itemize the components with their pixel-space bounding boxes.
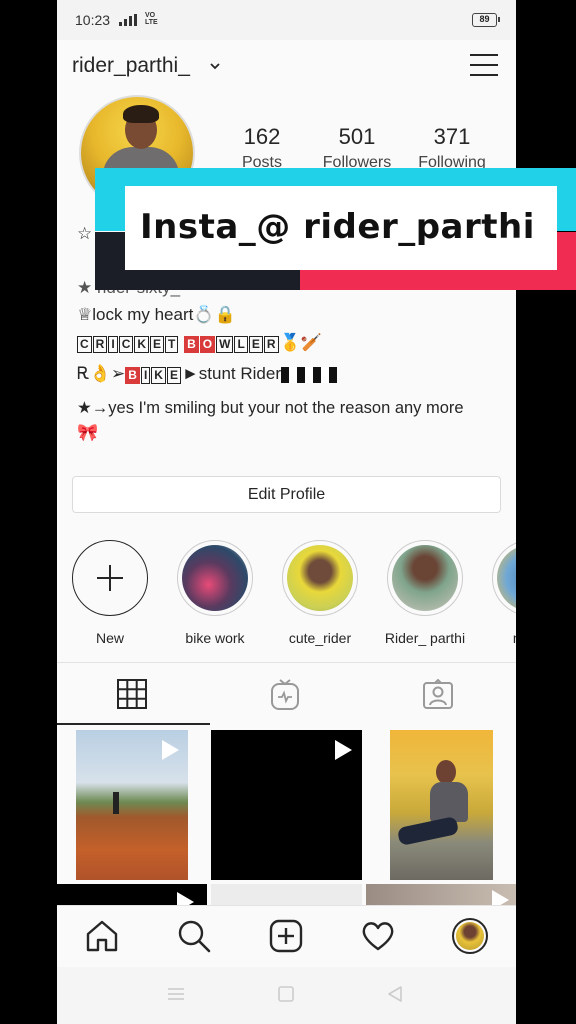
boxed-letter: E	[166, 367, 181, 384]
plus-icon	[97, 565, 123, 591]
post-thumbnail[interactable]	[57, 884, 207, 905]
bio-lock-text: ♕lock my heart	[77, 305, 194, 324]
boxed-letter: I	[108, 336, 118, 353]
heart-icon	[362, 922, 394, 951]
overlay-caption-text: Insta_@ rider_parthi	[140, 207, 535, 247]
search-icon	[178, 920, 211, 953]
ribbon-emoji: 🎀	[77, 423, 99, 442]
tab-grid[interactable]	[57, 663, 210, 725]
grid-icon	[117, 679, 147, 709]
volte-indicator: VO LTE	[145, 12, 158, 26]
boxed-letter: K	[151, 367, 166, 384]
video-icon	[335, 740, 352, 760]
igtv-icon	[271, 679, 299, 710]
bio-star: ☆	[77, 224, 93, 243]
tab-tagged[interactable]	[363, 663, 516, 725]
bio-line-bike: Ꭱ👌➢ B I K E ►stunt Rider	[77, 364, 337, 384]
stat-following[interactable]: 371 Following	[402, 124, 502, 172]
video-icon	[162, 740, 179, 760]
stat-posts-count: 162	[243, 124, 281, 149]
recents-icon[interactable]	[167, 987, 185, 1001]
bottom-navigation	[57, 905, 516, 967]
highlight-label: bike work	[185, 630, 245, 646]
boxed-letter: R	[263, 336, 279, 353]
boxed-letter: L	[234, 336, 248, 353]
nav-search[interactable]	[176, 918, 212, 954]
video-icon	[492, 890, 509, 905]
highlight-new[interactable]: New	[65, 540, 155, 646]
edit-profile-button[interactable]: Edit Profile	[72, 476, 501, 513]
ring-lock-emoji: 💍🔒	[193, 305, 236, 324]
highlight-my-fa[interactable]: my fa	[485, 540, 516, 646]
battery-icon: 89	[472, 13, 500, 27]
post-thumbnail[interactable]	[211, 884, 362, 905]
bio-line-cricket: CRICKET B O W L E R 🥇🏏	[77, 333, 322, 353]
boxed-letter: T	[165, 336, 179, 353]
boxed-letter: R	[92, 336, 108, 353]
tagged-icon	[423, 679, 453, 709]
profile-username[interactable]: rider_parthi_	[72, 54, 190, 78]
boxed-letter: E	[150, 336, 165, 353]
boxed-letter: E	[248, 336, 263, 353]
signal-icon	[119, 14, 139, 26]
boxed-letter-red: B	[125, 367, 140, 384]
post-thumbnail[interactable]	[76, 730, 188, 880]
stat-followers[interactable]: 501 Followers	[307, 124, 407, 172]
profile-tabs	[57, 662, 516, 725]
nav-add-post[interactable]	[268, 918, 304, 954]
highlight-label: my fa	[485, 630, 516, 646]
stat-posts[interactable]: 162 Posts	[212, 124, 312, 172]
stat-followers-count: 501	[338, 124, 376, 149]
bike-text: ►stunt Rider	[181, 364, 281, 383]
boxed-letter: C	[77, 336, 92, 353]
home-square-icon[interactable]	[278, 986, 294, 1002]
home-icon	[86, 920, 118, 952]
status-time: 10:23	[75, 12, 111, 28]
highlight-rider-parthi[interactable]: Rider_ parthi	[380, 540, 470, 646]
system-navigation-bar	[57, 967, 516, 1024]
bike-prefix: Ꭱ👌➢	[77, 364, 126, 383]
video-icon	[177, 892, 194, 905]
post-thumbnail[interactable]	[366, 884, 516, 905]
status-bar: 10:23 VO LTE 89	[57, 0, 516, 40]
boxed-letter: K	[134, 336, 150, 353]
tab-igtv[interactable]	[210, 663, 363, 725]
nav-profile[interactable]	[452, 918, 488, 954]
bio-line-lock: ♕lock my heart💍🔒	[77, 305, 236, 325]
nav-home[interactable]	[84, 918, 120, 954]
highlight-label: New	[95, 630, 124, 646]
boxed-letter: W	[216, 336, 234, 353]
highlight-cute-rider[interactable]: cute_rider	[275, 540, 365, 646]
stat-following-count: 371	[433, 124, 471, 149]
boxed-letter-red: B	[184, 336, 199, 353]
add-post-icon	[269, 919, 303, 953]
boxed-letter: C	[118, 336, 134, 353]
checkered-flag-icon	[281, 366, 337, 383]
medal-bat-emoji: 🥇🏏	[279, 333, 322, 352]
chevron-down-icon[interactable]	[209, 60, 221, 72]
back-triangle-icon[interactable]	[387, 985, 403, 1003]
instagram-profile-screen: 10:23 VO LTE 89 rider_parthi_ 162 Posts …	[57, 0, 516, 1024]
boxed-letter: I	[140, 367, 151, 384]
highlight-label: Rider_ parthi	[384, 630, 466, 646]
nav-activity[interactable]	[360, 918, 396, 954]
menu-icon[interactable]	[470, 52, 498, 78]
highlight-label: cute_rider	[288, 630, 352, 646]
post-thumbnail[interactable]	[211, 730, 362, 880]
profile-avatar	[452, 918, 488, 954]
post-thumbnail[interactable]	[390, 730, 493, 880]
highlight-bike-work[interactable]: bike work	[170, 540, 260, 646]
boxed-letter-red: O	[199, 336, 216, 353]
bio-line-smiling: ★→yes I'm smiling but your not the reaso…	[77, 399, 464, 417]
